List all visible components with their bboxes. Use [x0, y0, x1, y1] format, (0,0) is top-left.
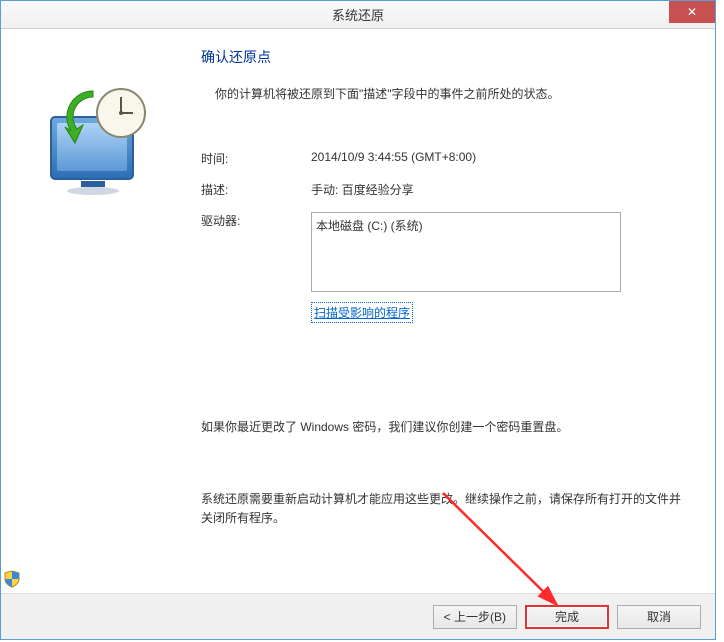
value-description: 手动: 百度经验分享: [311, 181, 691, 198]
system-restore-icon: [31, 77, 201, 200]
drive-listbox[interactable]: 本地磁盘 (C:) (系统): [311, 212, 621, 292]
back-button[interactable]: < 上一步(B): [433, 605, 517, 629]
label-time: 时间:: [201, 150, 311, 167]
main-panel: 确认还原点 你的计算机将被还原到下面"描述"字段中的事件之前所处的状态。 时间:…: [201, 47, 691, 593]
uac-shield-icon: [3, 570, 21, 591]
page-heading: 确认还原点: [201, 47, 691, 67]
close-icon: ✕: [687, 5, 697, 19]
label-description: 描述:: [201, 181, 311, 198]
footer-buttons: < 上一步(B) 完成 取消: [1, 593, 715, 639]
close-button[interactable]: ✕: [669, 1, 715, 23]
drive-column: 本地磁盘 (C:) (系统) 扫描受影响的程序: [311, 212, 621, 323]
intro-text: 你的计算机将被还原到下面"描述"字段中的事件之前所处的状态。: [201, 85, 691, 102]
label-drive: 驱动器:: [201, 212, 311, 229]
row-drive: 驱动器: 本地磁盘 (C:) (系统) 扫描受影响的程序: [201, 212, 691, 323]
scan-affected-link[interactable]: 扫描受影响的程序: [311, 302, 413, 323]
sidebar: [11, 47, 201, 593]
restart-note: 系统还原需要重新启动计算机才能应用这些更改。继续操作之前，请保存所有打开的文件并…: [201, 490, 691, 528]
drive-item: 本地磁盘 (C:) (系统): [316, 219, 423, 233]
titlebar: 系统还原 ✕: [1, 1, 715, 29]
window-title: 系统还原: [332, 5, 384, 24]
password-note: 如果你最近更改了 Windows 密码，我们建议你创建一个密码重置盘。: [201, 418, 691, 435]
value-time: 2014/10/9 3:44:55 (GMT+8:00): [311, 150, 691, 167]
row-description: 描述: 手动: 百度经验分享: [201, 181, 691, 198]
dialog-window: 系统还原 ✕: [0, 0, 716, 640]
content-area: 确认还原点 你的计算机将被还原到下面"描述"字段中的事件之前所处的状态。 时间:…: [1, 29, 715, 593]
cancel-button[interactable]: 取消: [617, 605, 701, 629]
finish-button[interactable]: 完成: [525, 605, 609, 629]
row-time: 时间: 2014/10/9 3:44:55 (GMT+8:00): [201, 150, 691, 167]
